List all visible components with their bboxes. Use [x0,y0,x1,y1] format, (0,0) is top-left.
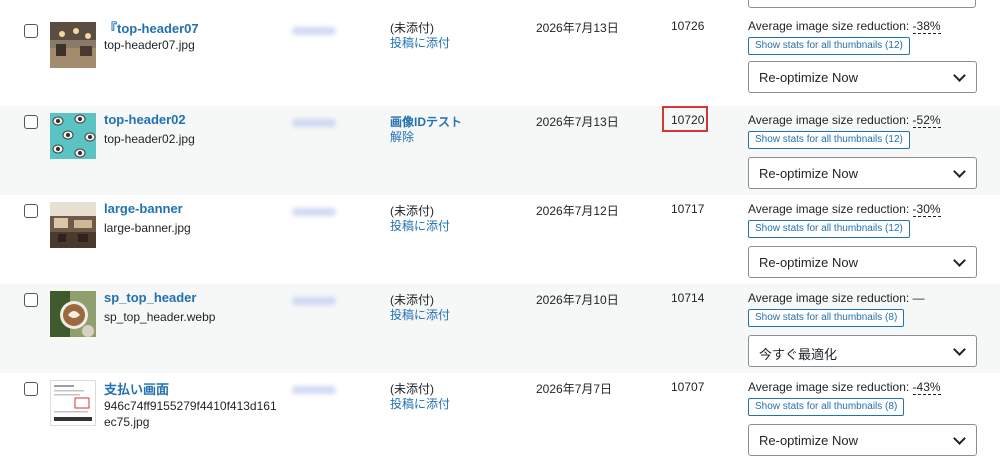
media-title-link[interactable]: 『top-header07 [104,18,199,37]
media-title-link[interactable]: sp_top_header [104,290,196,305]
size-reduction: Average image size reduction: — [748,291,925,305]
row-checkbox[interactable] [24,382,38,396]
optimize-action-label: Re-optimize Now [759,433,858,448]
size-reduction-value: -43% [912,380,941,395]
media-filename: top-header02.jpg [104,132,195,146]
id-highlight-box [662,106,708,132]
optimize-action-select[interactable]: Re-optimize Now [748,424,977,456]
show-stats-button[interactable]: Show stats for all thumbnails (8) [748,398,905,416]
author-name-blurred[interactable] [292,208,336,216]
media-id: 10707 [671,380,705,394]
optimize-action-select[interactable]: 今すぐ最適化 [748,335,977,367]
show-stats-button[interactable]: Show stats for all thumbnails (12) [748,220,910,238]
attach-to-post-link[interactable]: 投稿に添付 [390,34,450,51]
media-filename: top-header07.jpg [104,38,195,52]
size-reduction-value: -38% [912,19,941,34]
upload-date: 2026年7月7日 [536,382,613,396]
cafe-interior-thumbnail[interactable] [50,22,96,68]
optimize-action-select[interactable]: Re-optimize Now [748,246,977,278]
optimize-action-select[interactable]: Re-optimize Now [748,157,977,189]
chevron-down-icon [953,254,966,267]
media-title-link[interactable]: large-banner [104,201,183,216]
media-row: sp_top_header sp_top_header.webp (未添付) 投… [0,284,1000,373]
latte-art-thumbnail[interactable] [50,291,96,337]
upload-date: 2026年7月13日 [536,21,619,35]
show-stats-button[interactable]: Show stats for all thumbnails (12) [748,37,910,55]
size-reduction-value: -30% [912,202,941,217]
chevron-down-icon [953,69,966,82]
restaurant-interior-thumbnail[interactable] [50,202,96,248]
optimize-action-select[interactable]: Re-optimize Now [748,61,977,93]
upload-date: 2026年7月13日 [536,115,619,129]
upload-date: 2026年7月12日 [536,204,619,218]
media-row: 『top-header07 top-header07.jpg (未添付) 投稿に… [0,0,1000,93]
upload-date: 2026年7月10日 [536,293,619,307]
size-reduction-label: Average image size reduction: [748,19,910,33]
size-reduction: Average image size reduction: -38% [748,19,941,34]
author-name-blurred[interactable] [292,119,336,127]
coffee-cups-pattern-thumbnail[interactable] [50,113,96,159]
optimize-action-label: 今すぐ最適化 [759,347,838,362]
media-title-link[interactable]: 支払い画面 [104,379,169,398]
payment-screen-thumbnail[interactable] [50,380,96,426]
row-checkbox[interactable] [24,115,38,129]
optimize-action-label: Re-optimize Now [759,166,858,181]
media-title-link[interactable]: top-header02 [104,112,186,127]
media-row: large-banner large-banner.jpg (未添付) 投稿に添… [0,195,1000,284]
media-row: top-header02 top-header02.jpg 画像IDテスト 解除… [0,106,1000,195]
media-row: 支払い画面 946c74ff9155279f4410f413d161ec75.j… [0,373,1000,466]
media-filename: large-banner.jpg [104,221,191,235]
size-reduction: Average image size reduction: -52% [748,113,941,128]
row-checkbox[interactable] [24,204,38,218]
size-reduction-label: Average image size reduction: [748,291,910,305]
attach-to-post-link[interactable]: 投稿に添付 [390,306,450,323]
media-id: 10717 [671,202,705,216]
media-id: 10726 [671,19,705,33]
show-stats-button[interactable]: Show stats for all thumbnails (8) [748,309,905,327]
detach-link[interactable]: 解除 [390,128,414,145]
media-filename: 946c74ff9155279f4410f413d161ec75.jpg [104,399,277,429]
optimize-action-label: Re-optimize Now [759,255,858,270]
size-reduction-label: Average image size reduction: [748,202,910,216]
row-checkbox[interactable] [24,293,38,307]
size-reduction: Average image size reduction: -30% [748,202,941,217]
author-name-blurred[interactable] [292,386,336,394]
media-filename: sp_top_header.webp [104,310,216,324]
chevron-down-icon [953,343,966,356]
size-reduction-label: Average image size reduction: [748,380,910,394]
attach-to-post-link[interactable]: 投稿に添付 [390,395,450,412]
row-checkbox[interactable] [24,24,38,38]
optimize-action-label: Re-optimize Now [759,70,858,85]
size-reduction-value: -52% [912,113,941,128]
size-reduction: Average image size reduction: -43% [748,380,941,395]
chevron-down-icon [953,432,966,445]
author-name-blurred[interactable] [292,27,336,35]
attach-to-post-link[interactable]: 投稿に添付 [390,217,450,234]
size-reduction-value: — [912,291,925,305]
chevron-down-icon [953,165,966,178]
size-reduction-label: Average image size reduction: [748,113,910,127]
media-id: 10714 [671,291,705,305]
author-name-blurred[interactable] [292,297,336,305]
show-stats-button[interactable]: Show stats for all thumbnails (12) [748,131,910,149]
